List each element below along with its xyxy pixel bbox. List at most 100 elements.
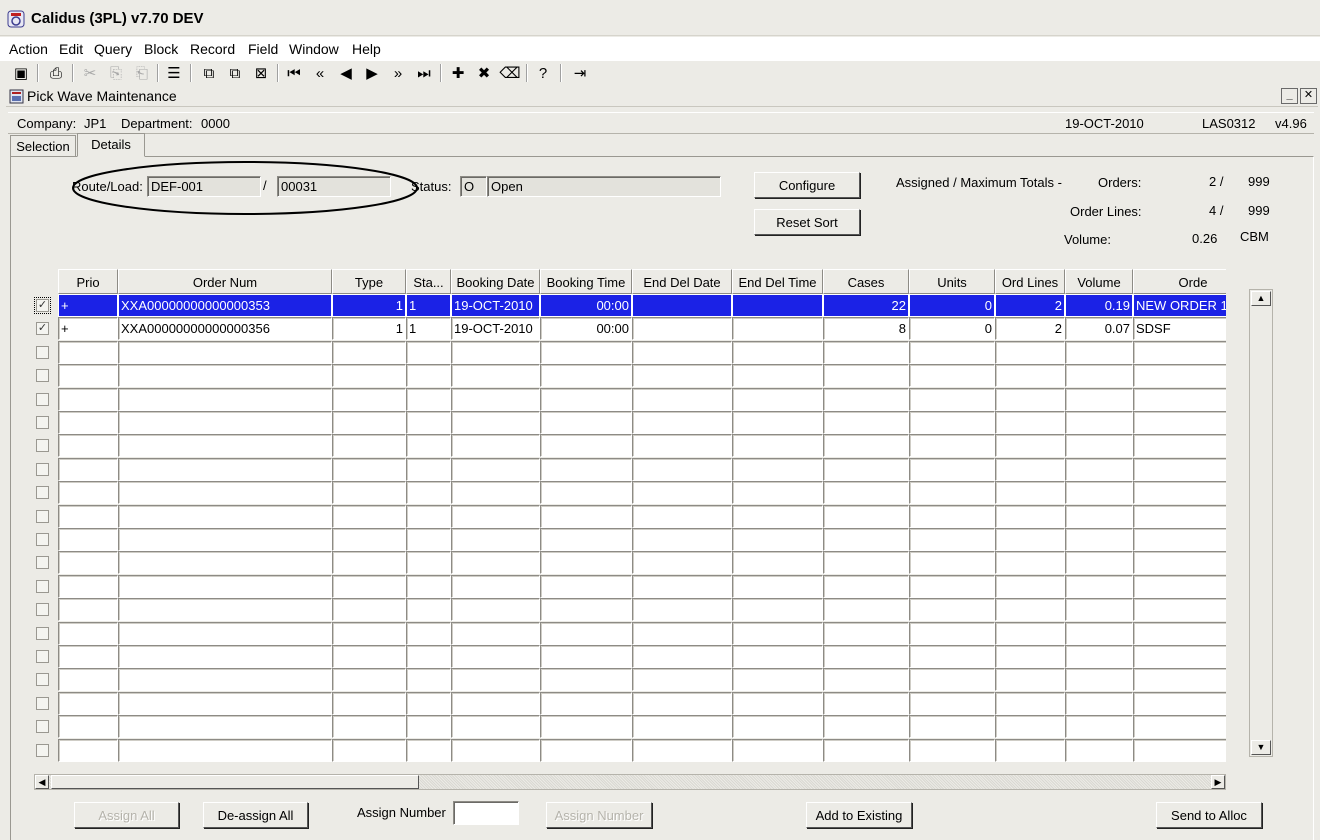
cell-ord-lines[interactable]: 2 (995, 317, 1065, 341)
cell-booking-time[interactable] (540, 387, 632, 411)
cell-units[interactable]: 0 (909, 317, 995, 341)
cell-order-num[interactable]: XXA00000000000000356 (118, 317, 332, 341)
cell-prio[interactable] (58, 598, 118, 622)
last-record-icon[interactable]: ⏭ (414, 63, 434, 83)
cell-prio[interactable] (58, 645, 118, 668)
cell-booking-date[interactable] (451, 528, 540, 551)
cell-order-num[interactable] (118, 691, 332, 715)
cell-booking-date[interactable] (451, 645, 540, 668)
cell-cases[interactable] (823, 340, 909, 364)
cell-booking-time[interactable] (540, 340, 632, 364)
cell-ord-lines[interactable] (995, 738, 1065, 762)
table-row[interactable] (58, 715, 1226, 739)
cell-order-desc[interactable] (1133, 457, 1226, 481)
cell-type[interactable] (332, 364, 406, 388)
cell-cases[interactable] (823, 364, 909, 388)
cell-units[interactable] (909, 411, 995, 434)
cell-volume[interactable] (1065, 668, 1133, 692)
cell-units[interactable] (909, 738, 995, 762)
cell-end-del-date[interactable] (632, 434, 732, 458)
cell-type[interactable] (332, 598, 406, 622)
cell-prio[interactable] (58, 481, 118, 505)
cell-ord-lines[interactable] (995, 411, 1065, 434)
cell-prio[interactable] (58, 551, 118, 575)
previous-record-icon[interactable]: ◀ (336, 63, 356, 83)
table-row[interactable] (58, 387, 1226, 412)
column-header-order-num[interactable]: Order Num (118, 269, 332, 294)
cell-prio[interactable] (58, 364, 118, 388)
row-checkbox[interactable] (36, 720, 49, 734)
cell-ord-lines[interactable] (995, 691, 1065, 715)
table-row[interactable] (58, 457, 1226, 482)
table-row[interactable] (58, 691, 1226, 716)
assign-number-button[interactable]: Assign Number (546, 802, 652, 828)
cell-volume[interactable]: 0.19 (1065, 294, 1133, 317)
cell-units[interactable] (909, 574, 995, 598)
cell-units[interactable] (909, 504, 995, 528)
exit-icon[interactable]: ⇥ (570, 63, 590, 83)
cell-units[interactable] (909, 340, 995, 364)
cell-type[interactable]: 1 (332, 294, 406, 317)
menu-block[interactable]: Block (144, 41, 178, 57)
cell-status[interactable] (406, 551, 451, 575)
cell-end-del-date[interactable] (632, 528, 732, 551)
cell-booking-time[interactable]: 00:00 (540, 294, 632, 317)
cell-type[interactable] (332, 645, 406, 668)
cell-end-del-time[interactable] (732, 715, 823, 739)
cell-order-num[interactable] (118, 481, 332, 505)
cell-end-del-time[interactable] (732, 528, 823, 551)
cell-order-desc[interactable] (1133, 364, 1226, 388)
cell-prio[interactable] (58, 340, 118, 364)
cell-order-num[interactable] (118, 551, 332, 575)
cell-booking-date[interactable] (451, 387, 540, 411)
cell-type[interactable] (332, 738, 406, 762)
cell-units[interactable] (909, 551, 995, 575)
cell-status[interactable] (406, 504, 451, 528)
cell-order-desc[interactable] (1133, 621, 1226, 645)
cell-volume[interactable] (1065, 411, 1133, 434)
scroll-down-icon[interactable]: ▼ (1251, 740, 1271, 755)
cell-volume[interactable] (1065, 645, 1133, 668)
cell-order-desc[interactable]: SDSF (1133, 317, 1226, 341)
cell-status[interactable] (406, 481, 451, 505)
cell-status[interactable] (406, 528, 451, 551)
status-text-field[interactable]: Open (487, 176, 721, 197)
cell-end-del-date[interactable] (632, 411, 732, 434)
row-checkbox[interactable] (36, 462, 49, 476)
cell-volume[interactable] (1065, 387, 1133, 411)
cell-end-del-time[interactable] (732, 504, 823, 528)
cell-type[interactable] (332, 621, 406, 645)
cell-booking-time[interactable] (540, 668, 632, 692)
tab-selection[interactable]: Selection (10, 135, 76, 157)
cell-volume[interactable] (1065, 551, 1133, 575)
scroll-up-icon[interactable]: ▲ (1251, 291, 1271, 306)
cell-booking-time[interactable]: 00:00 (540, 317, 632, 341)
cell-units[interactable] (909, 691, 995, 715)
copy-icon[interactable]: ⎘ (106, 63, 126, 83)
cancel-query-icon[interactable]: ⊠ (251, 63, 271, 83)
cell-type[interactable] (332, 481, 406, 505)
table-row[interactable] (58, 551, 1226, 575)
column-header-volume[interactable]: Volume (1065, 269, 1133, 294)
cell-cases[interactable] (823, 528, 909, 551)
cell-booking-time[interactable] (540, 598, 632, 622)
cell-booking-date[interactable] (451, 340, 540, 364)
cell-order-num[interactable] (118, 738, 332, 762)
column-header-end-del-date[interactable]: End Del Date (632, 269, 732, 294)
table-row[interactable] (58, 504, 1226, 529)
cell-end-del-date[interactable] (632, 481, 732, 505)
cell-status[interactable]: 1 (406, 294, 451, 317)
row-checkbox[interactable]: ✓ (36, 322, 49, 336)
table-row[interactable] (58, 668, 1226, 692)
cell-units[interactable] (909, 715, 995, 739)
cell-booking-date[interactable] (451, 691, 540, 715)
cell-order-desc[interactable] (1133, 645, 1226, 668)
cell-volume[interactable] (1065, 621, 1133, 645)
column-header-units[interactable]: Units (909, 269, 995, 294)
cell-cases[interactable] (823, 551, 909, 575)
cell-volume[interactable] (1065, 340, 1133, 364)
cell-type[interactable] (332, 340, 406, 364)
table-row[interactable] (58, 574, 1226, 599)
cell-units[interactable] (909, 645, 995, 668)
table-row[interactable] (58, 434, 1226, 458)
